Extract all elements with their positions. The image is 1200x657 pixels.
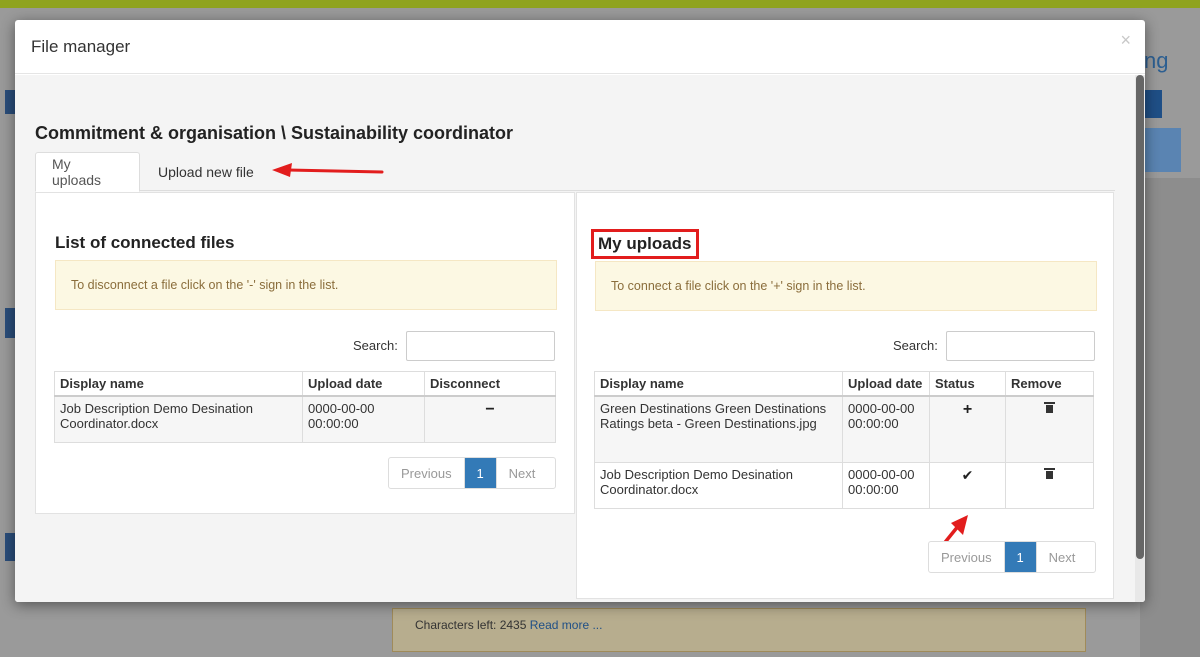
disconnect-cell: − — [424, 395, 556, 443]
table-row: Job Description Demo Desination Coordina… — [594, 461, 1094, 509]
connected-files-panel: List of connected files To disconnect a … — [35, 192, 575, 514]
column-header-remove[interactable]: Remove — [1005, 371, 1094, 397]
previous-page-button[interactable]: Previous — [929, 542, 1005, 572]
scrollbar-thumb[interactable] — [1136, 75, 1144, 559]
modal-title: File manager — [31, 36, 131, 56]
connected-files-table: Display name Upload date Disconnect Job … — [54, 371, 556, 443]
tab-my-uploads[interactable]: My uploads — [35, 152, 140, 192]
trash-icon[interactable] — [1044, 402, 1055, 413]
trash-icon[interactable] — [1044, 467, 1055, 479]
column-header-display-name[interactable]: Display name — [594, 371, 843, 397]
connected-files-search-input[interactable] — [406, 331, 555, 361]
my-uploads-search-input[interactable] — [946, 331, 1095, 361]
previous-page-button[interactable]: Previous — [389, 458, 465, 488]
checkmark-icon: ✔ — [961, 466, 974, 483]
background-bar — [1145, 128, 1181, 172]
background-column — [1140, 178, 1200, 657]
upload-date-cell: 0000-00-00 00:00:00 — [842, 461, 930, 509]
background-character-counter: Characters left: 2435 Read more ... — [392, 608, 1086, 652]
section-heading: Commitment & organisation \ Sustainabili… — [35, 123, 514, 143]
status-cell: ✔ — [929, 461, 1006, 509]
next-page-button[interactable]: Next — [497, 458, 548, 488]
table-row: Green Destinations Green Destinations Ra… — [594, 395, 1094, 463]
column-header-status[interactable]: Status — [929, 371, 1006, 397]
characters-left-text: Characters left: 2435 — [415, 618, 527, 632]
file-manager-modal: File manager × Commitment & organisation… — [15, 20, 1145, 602]
column-header-upload-date[interactable]: Upload date — [842, 371, 930, 397]
search-label: Search: — [893, 338, 938, 353]
modal-scrollbar[interactable] — [1135, 75, 1145, 602]
disconnect-info-alert: To disconnect a file click on the '-' si… — [55, 260, 557, 310]
tab-upload-new-file[interactable]: Upload new file — [142, 152, 282, 191]
plus-icon[interactable]: + — [963, 401, 972, 418]
connected-files-title: List of connected files — [55, 233, 235, 252]
connected-files-pagination: Previous 1 Next — [388, 457, 556, 489]
tab-bar: My uploads Upload new file — [35, 152, 1115, 192]
read-more-link[interactable]: Read more ... — [530, 618, 603, 632]
table-row: Job Description Demo Desination Coordina… — [54, 395, 556, 443]
page-1-button[interactable]: 1 — [1004, 542, 1037, 572]
column-header-upload-date[interactable]: Upload date — [302, 371, 425, 397]
column-header-disconnect[interactable]: Disconnect — [424, 371, 556, 397]
modal-body: Commitment & organisation \ Sustainabili… — [15, 75, 1145, 602]
my-uploads-pagination: Previous 1 Next — [928, 541, 1096, 573]
column-header-display-name[interactable]: Display name — [54, 371, 303, 397]
page-1-button[interactable]: 1 — [464, 458, 497, 488]
remove-cell — [1005, 461, 1094, 509]
my-uploads-title: My uploads — [591, 229, 699, 259]
next-page-button[interactable]: Next — [1037, 542, 1088, 572]
background-title-fragment: ng — [1144, 48, 1169, 73]
my-uploads-panel: My uploads To connect a file click on th… — [576, 192, 1114, 599]
file-name-cell: Job Description Demo Desination Coordina… — [594, 461, 843, 509]
connect-info-alert: To connect a file click on the '+' sign … — [595, 261, 1097, 311]
modal-header: File manager × — [15, 20, 1145, 74]
upload-date-cell: 0000-00-00 00:00:00 — [842, 395, 930, 463]
file-name-cell: Green Destinations Green Destinations Ra… — [594, 395, 843, 463]
my-uploads-table: Display name Upload date Status Remove G… — [594, 371, 1094, 509]
upload-date-cell: 0000-00-00 00:00:00 — [302, 395, 425, 443]
search-label: Search: — [353, 338, 398, 353]
close-icon[interactable]: × — [1120, 30, 1131, 51]
remove-cell — [1005, 395, 1094, 463]
minus-icon[interactable]: − — [485, 401, 494, 418]
file-name-cell: Job Description Demo Desination Coordina… — [54, 395, 303, 443]
status-cell: + — [929, 395, 1006, 463]
